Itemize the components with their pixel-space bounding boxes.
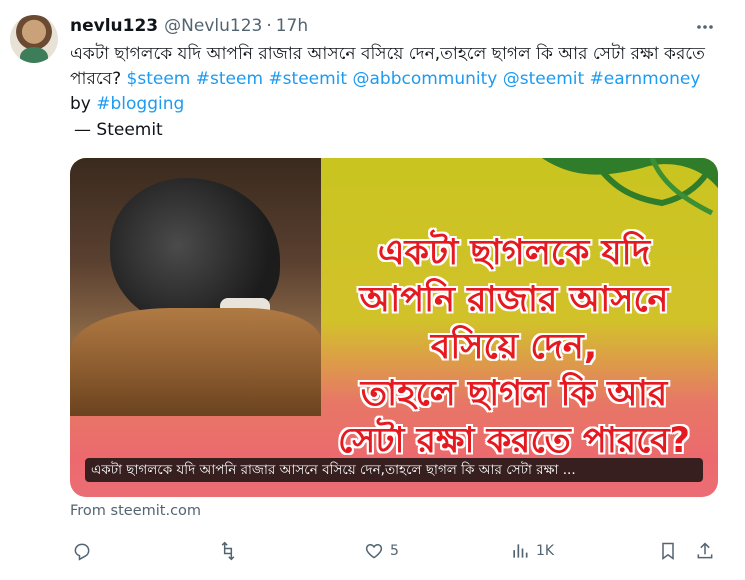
card-title-line: একটা ছাগলকে যদি xyxy=(377,233,651,273)
action-bar: 5 1K xyxy=(70,538,720,564)
like-button[interactable]: 5 xyxy=(364,538,399,564)
tweet[interactable]: nevlu123 @Nevlu123 · 17h একটা ছাগলকে যদি… xyxy=(0,0,745,580)
separator: · xyxy=(266,16,272,36)
like-count: 5 xyxy=(390,543,399,559)
card-title: একটা ছাগলকে যদি আপনি রাজার আসনে বসিয়ে দ… xyxy=(328,230,700,465)
tweet-text: একটা ছাগলকে যদি আপনি রাজার আসনে বসিয়ে দ… xyxy=(70,42,720,117)
hashtag-link[interactable]: #blogging xyxy=(96,94,184,114)
cashtag-link[interactable]: $steem xyxy=(127,69,191,89)
reply-icon xyxy=(74,543,90,561)
avatar[interactable] xyxy=(10,15,58,63)
leaves-decoration xyxy=(542,158,718,216)
timestamp[interactable]: 17h xyxy=(276,16,308,36)
card-title-line: তাহলে ছাগল কি আর xyxy=(360,374,668,414)
card-caption: একটা ছাগলকে যদি আপনি রাজার আসনে বসিয়ে দ… xyxy=(85,458,703,482)
card-title-line: আপনি রাজার আসনে xyxy=(359,280,669,320)
author-handle[interactable]: @Nevlu123 xyxy=(164,16,262,36)
author-name[interactable]: nevlu123 xyxy=(70,16,158,36)
hashtag-link[interactable]: #steem xyxy=(196,69,263,89)
share-icon xyxy=(697,542,713,559)
link-card[interactable]: একটা ছাগলকে যদি আপনি রাজার আসনে বসিয়ে দ… xyxy=(70,158,718,497)
views-icon xyxy=(513,544,528,558)
more-options-icon[interactable] xyxy=(694,17,716,37)
hashtag-link[interactable]: #steemit xyxy=(268,69,347,89)
chair-shape xyxy=(70,308,321,416)
reply-button[interactable] xyxy=(72,538,98,564)
bookmark-button[interactable] xyxy=(658,538,678,564)
views-count: 1K xyxy=(536,543,555,559)
heart-icon xyxy=(365,543,383,559)
share-button[interactable] xyxy=(695,538,715,564)
by-word: by xyxy=(70,94,91,114)
bookmark-icon xyxy=(662,542,674,560)
goat-photo xyxy=(70,158,321,416)
retweet-button[interactable] xyxy=(218,538,244,564)
card-source[interactable]: From steemit.com xyxy=(70,503,201,519)
card-title-line: বসিয়ে দেন, xyxy=(430,327,598,367)
hashtag-link[interactable]: #earnmoney xyxy=(590,69,701,89)
retweet-icon xyxy=(221,541,235,561)
mention-link[interactable]: @abbcommunity xyxy=(352,69,497,89)
views-button[interactable]: 1K xyxy=(510,538,554,564)
tweet-header: nevlu123 @Nevlu123 · 17h xyxy=(70,16,308,38)
mention-link[interactable]: @steemit xyxy=(503,69,584,89)
source-line: — Steemit xyxy=(74,120,163,140)
